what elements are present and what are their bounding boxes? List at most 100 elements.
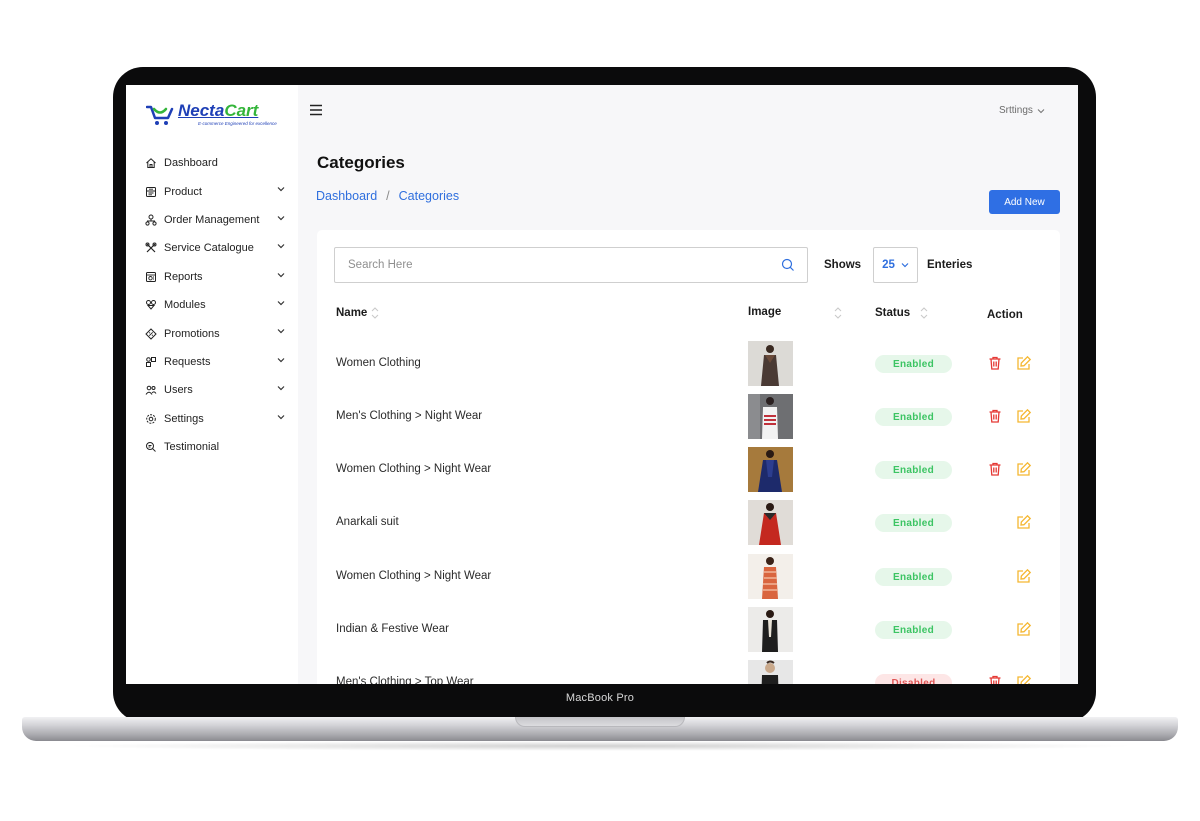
sidebar-item-label: Requests — [164, 355, 211, 368]
service-catalogue-icon — [144, 241, 158, 255]
sidebar-item-dashboard[interactable]: Dashboard — [144, 149, 289, 177]
promotions-icon — [144, 327, 158, 341]
chevron-down-icon — [1037, 108, 1045, 113]
status-badge: Enabled — [875, 355, 952, 373]
category-name: Women Clothing — [336, 357, 421, 369]
sidebar-item-product[interactable]: Product — [144, 177, 289, 205]
category-name: Men's Clothing > Top Wear — [336, 676, 474, 684]
sidebar-item-settings[interactable]: Settings — [144, 405, 289, 433]
sidebar-item-label: Service Catalogue — [164, 242, 254, 255]
chevron-down-icon — [277, 329, 285, 334]
settings-dropdown[interactable]: Srttings — [999, 105, 1045, 116]
page-title: Categories — [317, 153, 405, 172]
add-new-button[interactable]: Add New — [989, 190, 1060, 214]
sidebar-item-order-management[interactable]: Order Management — [144, 206, 289, 234]
breadcrumb-link-dashboard[interactable]: Dashboard — [316, 189, 377, 203]
settings-icon — [144, 412, 158, 426]
product-icon — [144, 185, 158, 199]
chevron-down-icon — [277, 244, 285, 249]
sidebar-item-testimonial[interactable]: Testimonial — [144, 433, 289, 461]
column-header-status[interactable]: Status — [875, 306, 928, 320]
modules-icon — [144, 298, 158, 312]
device-label: MacBook Pro — [565, 692, 635, 704]
category-thumbnail — [748, 394, 793, 439]
column-header-label: Action — [987, 309, 1023, 321]
cart-logo-icon — [146, 105, 174, 125]
breadcrumb: Dashboard / Categories — [316, 189, 459, 203]
sort-icon[interactable] — [371, 306, 379, 320]
edit-icon[interactable] — [1016, 408, 1032, 424]
sidebar-item-promotions[interactable]: Promotions — [144, 319, 289, 347]
delete-icon[interactable] — [987, 674, 1003, 684]
sidebar: NectaCart E-commerce Engineered for exce… — [126, 85, 298, 684]
sidebar-item-label: Product — [164, 185, 202, 198]
sidebar-item-label: Modules — [164, 299, 206, 312]
chevron-down-icon — [277, 301, 285, 306]
edit-icon[interactable] — [1016, 514, 1032, 530]
page-size-value: 25 — [882, 259, 895, 271]
status-badge: Enabled — [875, 568, 952, 586]
hamburger-menu-icon[interactable] — [308, 102, 324, 118]
testimonial-icon — [144, 440, 158, 454]
sidebar-item-label: Promotions — [164, 327, 220, 340]
column-header-label: Name — [336, 307, 368, 319]
delete-icon[interactable] — [987, 355, 1003, 371]
column-header-name[interactable]: Name — [336, 306, 379, 320]
sort-icon[interactable] — [920, 306, 928, 320]
edit-icon[interactable] — [1016, 674, 1032, 684]
category-name: Women Clothing > Night Wear — [336, 463, 492, 475]
sidebar-item-users[interactable]: Users — [144, 376, 289, 404]
sidebar-item-label: Testimonial — [164, 441, 220, 454]
chevron-down-icon — [277, 414, 285, 419]
category-thumbnail — [748, 447, 793, 492]
delete-icon[interactable] — [987, 408, 1003, 424]
chevron-down-icon — [277, 187, 285, 192]
settings-dropdown-label: Srttings — [999, 105, 1033, 116]
category-thumbnail — [748, 341, 793, 386]
page-size-select[interactable]: 25 — [873, 247, 918, 283]
status-badge: Disabled — [875, 674, 952, 684]
laptop-shadow — [60, 741, 1140, 751]
edit-icon[interactable] — [1016, 461, 1032, 477]
category-name: Men's Clothing > Night Wear — [336, 410, 483, 422]
brand-logo[interactable]: NectaCart E-commerce Engineered for exce… — [146, 101, 286, 128]
sidebar-nav: Dashboard Product Order Management Servi… — [144, 149, 289, 461]
edit-icon[interactable] — [1016, 355, 1032, 371]
chevron-down-icon — [277, 215, 285, 221]
sidebar-item-label: Users — [164, 384, 193, 397]
chevron-down-icon — [277, 357, 285, 363]
sidebar-item-label: Order Management — [164, 213, 260, 226]
sidebar-item-service-catalogue[interactable]: Service Catalogue — [144, 234, 289, 262]
breadcrumb-separator: / — [386, 189, 390, 203]
category-thumbnail — [748, 500, 793, 545]
entries-label: Enteries — [927, 259, 973, 271]
sidebar-item-label: Settings — [164, 412, 204, 425]
chevron-down-icon — [901, 263, 909, 268]
category-thumbnail — [748, 554, 793, 599]
requests-icon — [144, 355, 158, 369]
chevron-down-icon — [277, 386, 285, 391]
status-badge: Enabled — [875, 461, 952, 479]
search-input[interactable]: Search Here — [334, 247, 808, 283]
brand-name: NectaCart — [178, 101, 259, 120]
sidebar-item-requests[interactable]: Requests — [144, 348, 289, 376]
status-badge: Enabled — [875, 408, 952, 426]
sidebar-item-reports[interactable]: Reports — [144, 263, 289, 291]
chevron-down-icon — [277, 272, 285, 277]
category-name: Indian & Festive Wear — [336, 623, 449, 635]
reports-icon — [144, 270, 158, 284]
status-badge: Enabled — [875, 514, 952, 532]
sort-icon[interactable] — [834, 306, 842, 320]
categories-card: Search Here Shows 25 Enteries Name Image… — [317, 230, 1060, 684]
sidebar-item-label: Reports — [164, 270, 203, 283]
category-name: Anarkali suit — [336, 516, 399, 528]
shows-label: Shows — [824, 259, 862, 271]
edit-icon[interactable] — [1016, 568, 1032, 584]
breadcrumb-current[interactable]: Categories — [399, 189, 459, 203]
search-icon[interactable] — [781, 258, 795, 272]
delete-icon[interactable] — [987, 461, 1003, 477]
category-thumbnail — [748, 607, 793, 652]
edit-icon[interactable] — [1016, 621, 1032, 637]
sidebar-item-modules[interactable]: Modules — [144, 291, 289, 319]
app-screen: NectaCart E-commerce Engineered for exce… — [126, 85, 1078, 684]
